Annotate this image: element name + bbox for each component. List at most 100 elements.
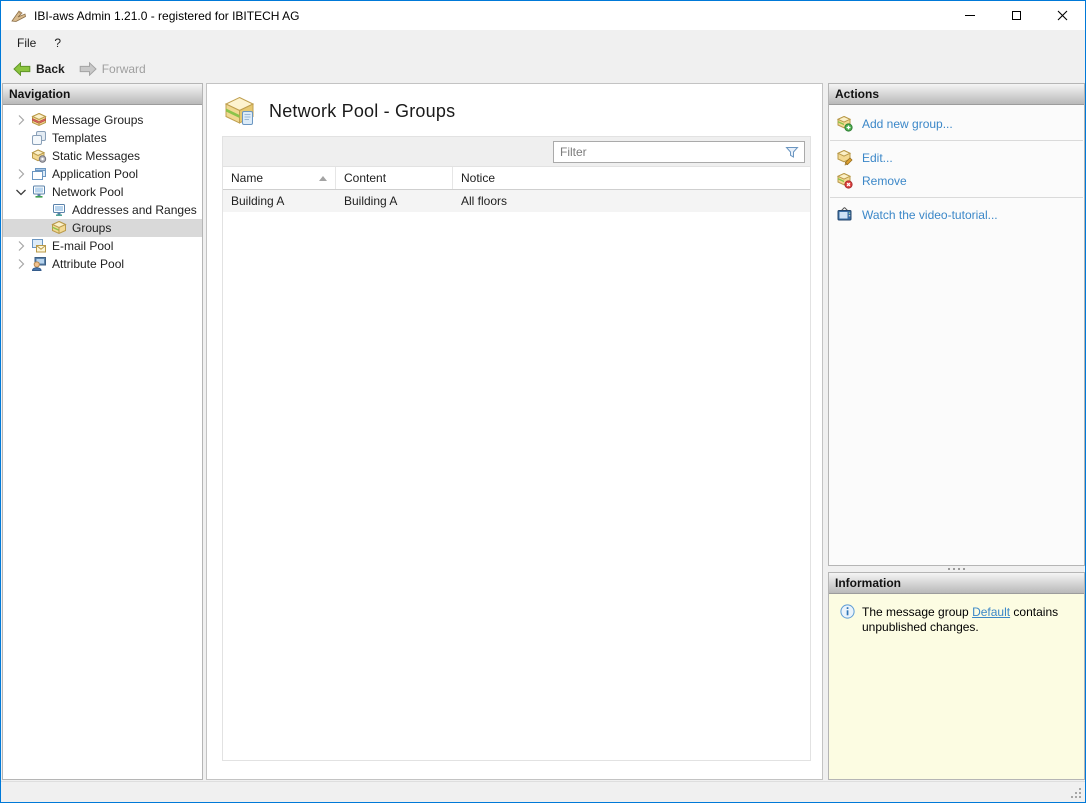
column-label: Content: [344, 171, 387, 185]
column-header-content[interactable]: Content: [336, 167, 453, 189]
sidebar-item-attribute-pool[interactable]: Attribute Pool: [3, 255, 202, 273]
video-tutorial-icon: [837, 207, 852, 221]
edit-link[interactable]: Edit...: [829, 146, 1084, 169]
sidebar-item-groups[interactable]: Groups: [3, 219, 202, 237]
menu-file[interactable]: File: [8, 32, 45, 54]
title-bar: IBI-aws Admin 1.21.0 - registered for IB…: [1, 1, 1085, 30]
forward-button[interactable]: Forward: [72, 60, 153, 78]
chevron-placeholder: [13, 130, 29, 146]
column-header-notice[interactable]: Notice: [453, 167, 810, 189]
sidebar-item-label: Message Groups: [52, 113, 144, 127]
sidebar-item-label: Attribute Pool: [52, 257, 125, 271]
addresses-ranges-icon: [53, 204, 65, 216]
action-label: Edit...: [862, 150, 893, 165]
info-text: The message group Default contains unpub…: [862, 605, 1076, 635]
filter-funnel-icon[interactable]: [784, 144, 800, 160]
templates-icon: [32, 131, 46, 145]
chevron-right-icon[interactable]: [13, 166, 29, 182]
sidebar-item-application-pool[interactable]: Application Pool: [3, 165, 202, 183]
static-messages-icon: [31, 149, 47, 163]
back-label: Back: [36, 61, 65, 76]
sidebar-item-label: Application Pool: [52, 167, 139, 181]
video-tutorial-link[interactable]: Watch the video-tutorial...: [829, 203, 1084, 226]
table-row[interactable]: Building A Building A All floors: [223, 190, 810, 212]
sidebar-item-static-messages[interactable]: Static Messages: [3, 147, 202, 165]
minimize-icon: [965, 15, 975, 16]
sidebar-item-message-groups[interactable]: Message Groups: [3, 111, 202, 129]
splitter-dot: [953, 568, 955, 570]
column-header-name[interactable]: Name: [223, 167, 336, 189]
close-icon: [1057, 10, 1067, 21]
sidebar-item-label: E-mail Pool: [52, 239, 114, 253]
app-window: IBI-aws Admin 1.21.0 - registered for IB…: [0, 0, 1086, 803]
navigation-tree: Message Groups Templates Static Messages…: [3, 105, 202, 273]
splitter-dot: [963, 568, 965, 570]
groups-table-block: Name Content Notice Building A Building …: [222, 136, 811, 761]
information-header: Information: [829, 573, 1084, 594]
actions-list: Add new group... Edit... Remove Watch th…: [829, 105, 1084, 226]
network-group-box-icon: [224, 96, 255, 125]
add-new-group-link[interactable]: Add new group...: [829, 112, 1084, 135]
chevron-right-icon[interactable]: [13, 238, 29, 254]
actions-panel: Actions Add new group... Edit... Remove …: [828, 83, 1085, 566]
status-bar: [1, 781, 1085, 802]
filter-field: [553, 140, 805, 163]
window-title: IBI-aws Admin 1.21.0 - registered for IB…: [34, 8, 300, 23]
sidebar-item-addresses-and-ranges[interactable]: Addresses and Ranges: [3, 201, 202, 219]
toolbar: Back Forward: [1, 56, 1085, 81]
cell-notice: All floors: [461, 194, 508, 208]
message-groups-icon: [31, 112, 47, 127]
sidebar-item-templates[interactable]: Templates: [3, 129, 202, 147]
sidebar-item-network-pool[interactable]: Network Pool: [3, 183, 202, 201]
maximize-button[interactable]: [993, 1, 1039, 30]
splitter-dot: [948, 568, 950, 570]
content-region: Navigation Message Groups Templates Stat…: [1, 81, 1085, 781]
sort-ascending-icon: [319, 175, 327, 181]
menu-help[interactable]: ?: [45, 32, 70, 54]
sidebar-item-label: Network Pool: [52, 185, 124, 199]
chevron-right-icon[interactable]: [13, 112, 29, 128]
email-pool-icon: [32, 239, 46, 253]
remove-group-icon: [836, 172, 853, 189]
sidebar-item-label: Addresses and Ranges: [72, 203, 197, 217]
action-label: Add new group...: [862, 116, 953, 131]
default-group-link[interactable]: Default: [972, 605, 1010, 619]
close-button[interactable]: [1039, 1, 1085, 30]
sidebar-item-label: Groups: [72, 221, 112, 235]
attribute-pool-icon: [31, 257, 46, 271]
sidebar-item-label: Static Messages: [52, 149, 141, 163]
filter-bar: [223, 137, 810, 167]
cell-content: Building A: [344, 194, 398, 208]
main-panel: Network Pool - Groups Name: [206, 83, 823, 780]
splitter-dot: [958, 568, 960, 570]
actions-separator: [830, 197, 1083, 198]
back-arrow-icon: [13, 61, 31, 76]
info-text-prefix: The message group: [862, 605, 973, 619]
groups-icon: [51, 220, 67, 235]
add-group-icon: [836, 115, 853, 132]
page-title: Network Pool - Groups: [269, 101, 456, 121]
navigation-panel: Navigation Message Groups Templates Stat…: [2, 83, 203, 780]
chevron-right-icon[interactable]: [13, 256, 29, 272]
navigation-header: Navigation: [3, 84, 202, 105]
sidebar-item-email-pool[interactable]: E-mail Pool: [3, 237, 202, 255]
filter-input[interactable]: [554, 144, 784, 159]
chevron-down-icon[interactable]: [13, 184, 29, 200]
actions-separator: [830, 140, 1083, 141]
forward-label: Forward: [101, 61, 146, 76]
actions-header: Actions: [829, 84, 1084, 105]
back-button[interactable]: Back: [6, 60, 72, 78]
edit-group-icon: [836, 149, 853, 166]
action-label: Watch the video-tutorial...: [862, 207, 998, 222]
resize-grip[interactable]: [1079, 796, 1081, 798]
minimize-button[interactable]: [947, 1, 993, 30]
sidebar-item-label: Templates: [52, 131, 107, 145]
remove-link[interactable]: Remove: [829, 169, 1084, 192]
ibi-aws-logo-icon: [11, 9, 26, 22]
column-label: Notice: [461, 171, 496, 185]
information-message: The message group Default contains unpub…: [829, 594, 1084, 635]
action-label: Remove: [862, 173, 907, 188]
info-icon: [840, 604, 855, 619]
chevron-placeholder: [13, 148, 29, 164]
cell-name: Building A: [231, 194, 285, 208]
